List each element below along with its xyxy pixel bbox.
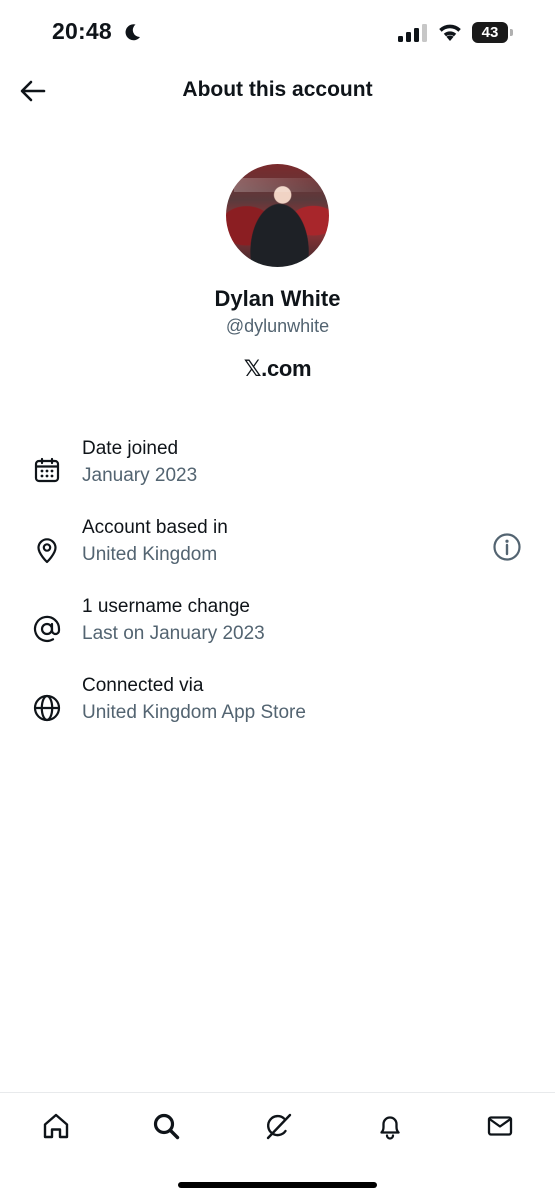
info-item-date-joined: Date joined January 2023: [0, 438, 555, 508]
moon-icon: [125, 24, 140, 41]
header: About this account: [0, 66, 555, 116]
info-label: 1 username change: [82, 596, 250, 617]
site-label: 𝕏.com: [0, 355, 555, 383]
home-indicator[interactable]: [178, 1182, 377, 1188]
nav-notifications[interactable]: [373, 1109, 407, 1143]
status-bar: 20:48 43: [0, 0, 555, 66]
info-icon[interactable]: [491, 531, 523, 563]
info-item-connected-via: Connected via United Kingdom App Store: [0, 675, 555, 745]
info-label: Date joined: [82, 438, 179, 459]
home-icon: [43, 1113, 69, 1139]
info-value: United Kingdom: [82, 544, 218, 565]
search-icon: [153, 1113, 180, 1140]
info-label: Connected via: [82, 675, 204, 696]
wifi-icon: [439, 24, 461, 41]
nav-grok[interactable]: [261, 1109, 295, 1143]
bottom-nav: [0, 1092, 555, 1200]
calendar-icon: [34, 457, 60, 483]
avatar[interactable]: [226, 164, 329, 267]
battery-level: 43: [481, 24, 499, 41]
info-value: January 2023: [82, 465, 198, 486]
about-account-screen: 20:48 43 About this account Dylan White …: [0, 0, 555, 1200]
mail-icon: [487, 1116, 513, 1136]
page-title: About this account: [182, 78, 373, 101]
site-text: 𝕏.com: [243, 356, 312, 381]
info-item-account-location: Account based in United Kingdom: [0, 517, 555, 587]
location-pin-icon: [37, 538, 57, 564]
nav-home[interactable]: [39, 1109, 73, 1143]
info-label: Account based in: [82, 517, 228, 538]
at-sign-icon: [33, 615, 61, 642]
info-value: United Kingdom App Store: [82, 702, 306, 723]
nav-search[interactable]: [149, 1109, 183, 1143]
profile-handle: @dylunwhite: [225, 316, 330, 336]
signal-icon: [398, 24, 427, 42]
info-value: Last on January 2023: [82, 623, 265, 644]
profile-name: Dylan White: [214, 286, 341, 311]
info-item-username-changes: 1 username change Last on January 2023: [0, 596, 555, 666]
grok-icon: [266, 1113, 292, 1140]
battery-icon: 43: [472, 22, 514, 43]
globe-icon: [33, 694, 61, 722]
status-time: 20:48: [52, 18, 112, 44]
bell-icon: [380, 1116, 400, 1140]
nav-messages[interactable]: [483, 1109, 517, 1143]
